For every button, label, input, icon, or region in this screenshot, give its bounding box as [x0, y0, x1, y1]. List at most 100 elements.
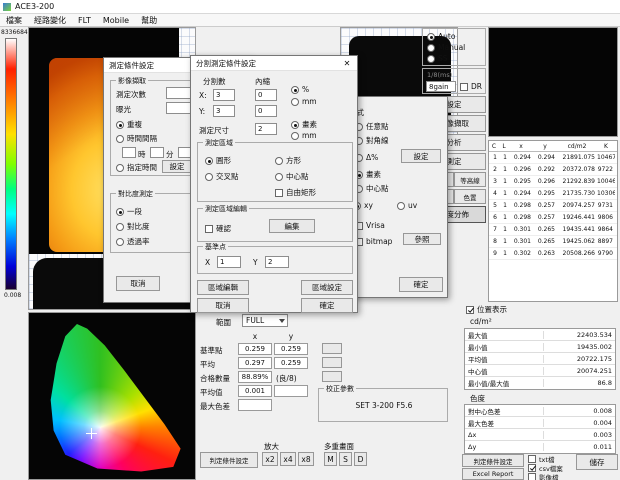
pass-value: 88.89%: [238, 371, 272, 383]
menu-help[interactable]: 幫助: [141, 15, 157, 26]
multi-d-button[interactable]: D: [354, 452, 367, 466]
radio-circle[interactable]: 圓形: [205, 155, 231, 166]
window-title: ACE3-200: [15, 2, 54, 11]
radio-manual[interactable]: Manual: [427, 43, 465, 52]
radio-interval[interactable]: 時間間隔: [116, 133, 157, 144]
size-field[interactable]: 2: [255, 123, 277, 135]
menu-file[interactable]: 檔案: [6, 15, 22, 26]
stat-row: 最大值22403.534: [465, 329, 615, 341]
radio-repeat[interactable]: 重複: [116, 119, 142, 130]
base-y-field[interactable]: 2: [265, 256, 289, 268]
area-set-button[interactable]: 區域設定: [301, 280, 353, 295]
cancel-button[interactable]: 取消: [116, 276, 160, 291]
x-inset-field[interactable]: 0: [255, 89, 277, 101]
table-row[interactable]: 610.2980.25719246.4419806: [489, 212, 617, 224]
radio-transmittance[interactable]: 透過率: [116, 236, 150, 247]
radio-diagonal[interactable]: 對角線: [355, 135, 389, 146]
radio-ss[interactable]: SS: [427, 54, 448, 63]
table-row[interactable]: 510.2980.25720974.2579731: [489, 200, 617, 212]
cie-marker-v: [91, 428, 92, 439]
dialog-titlebar[interactable]: 分割測定條件設定 ✕: [191, 56, 357, 71]
radio-icon: [427, 33, 435, 41]
multi-m-button[interactable]: M: [324, 452, 337, 466]
radio-pixel-unit[interactable]: 畫素: [291, 119, 317, 130]
table-row[interactable]: 310.2950.29621292.83910046: [489, 176, 617, 188]
aux-button-1[interactable]: [322, 343, 342, 354]
hour-field[interactable]: [122, 147, 136, 158]
radio-pixel[interactable]: 畫素: [355, 169, 381, 180]
area-edit-button[interactable]: 區域編輯: [197, 280, 249, 295]
table-row[interactable]: 910.3020.26320508.2669790: [489, 248, 617, 260]
cancel-button[interactable]: 取消: [197, 298, 249, 313]
radio-any-point[interactable]: 任意點: [355, 121, 389, 132]
method-set-button[interactable]: 設定: [401, 149, 441, 163]
zoom-x2-button[interactable]: x2: [262, 452, 278, 466]
radio-mm-unit[interactable]: mm: [291, 131, 317, 140]
table-row[interactable]: 710.3010.26519435.4419864: [489, 224, 617, 236]
confirm-checkbox[interactable]: 確認: [205, 223, 231, 234]
colorbar-max-label: 83366844: [1, 29, 32, 36]
exposure-label: 曝光: [116, 104, 131, 115]
radio-center-point[interactable]: 中心點: [275, 171, 309, 182]
ok-button[interactable]: 確定: [399, 277, 443, 292]
table-row[interactable]: 110.2940.29421891.07510467: [489, 152, 617, 164]
multi-s-button[interactable]: S: [339, 452, 352, 466]
time-set-button[interactable]: 設定: [162, 160, 192, 173]
judge-condition-button[interactable]: 判定條件設定: [462, 454, 524, 467]
menu-flt[interactable]: FLT: [78, 16, 91, 25]
luminance-stats: 最大值22403.534 最小值19435.002 平均值20722.175 中…: [464, 328, 616, 390]
radio-contrast[interactable]: 對比度: [116, 221, 150, 232]
base-x-field[interactable]: 1: [217, 256, 241, 268]
radio-specified-time[interactable]: 指定時間: [116, 162, 157, 173]
position-display-checkbox[interactable]: 位置表示: [466, 304, 507, 315]
y-label: Y:: [199, 107, 205, 116]
zoom-x8-button[interactable]: x8: [298, 452, 314, 466]
radio-square[interactable]: 方形: [275, 155, 301, 166]
image-file-checkbox[interactable]: 影像檔: [528, 472, 559, 480]
menu-mobile[interactable]: Mobile: [103, 16, 129, 25]
chroma-label: 色度: [470, 393, 485, 404]
radio-mm[interactable]: mm: [291, 97, 317, 106]
edit-button[interactable]: 編集: [269, 219, 315, 233]
bitmap-browse-button[interactable]: 參照: [403, 233, 441, 245]
table-row[interactable]: 210.2960.29220372.0789722: [489, 164, 617, 176]
camera-image-view[interactable]: [488, 27, 618, 137]
table-row[interactable]: 810.3010.26519425.0628897: [489, 236, 617, 248]
ok-button[interactable]: 確定: [301, 298, 353, 313]
vrisa-checkbox[interactable]: Vrisa: [355, 221, 385, 230]
y-inset-field[interactable]: 0: [255, 105, 277, 117]
radio-center-point[interactable]: 中心點: [355, 183, 389, 194]
x-division-field[interactable]: 3: [213, 89, 235, 101]
judge-condition-button-2[interactable]: 判定條件設定: [200, 452, 258, 468]
radio-cross-point[interactable]: 交叉點: [205, 171, 239, 182]
aux-button-2[interactable]: [322, 357, 342, 368]
bitmap-checkbox[interactable]: bitmap: [355, 237, 392, 246]
zoom-x4-button[interactable]: x4: [280, 452, 296, 466]
ref-y-value: 0.259: [274, 343, 308, 355]
cie-diagram[interactable]: [28, 312, 196, 480]
checkbox-icon: [528, 473, 536, 480]
minute-field[interactable]: [150, 147, 164, 158]
close-icon[interactable]: ✕: [337, 56, 357, 71]
x-label: X:: [199, 91, 207, 100]
range-select[interactable]: FULL: [242, 314, 288, 327]
radio-delta-percent[interactable]: Δ%: [355, 153, 378, 162]
excel-report-button[interactable]: Excel Report: [462, 468, 524, 480]
radio-percent[interactable]: %: [291, 85, 309, 94]
radio-one-step[interactable]: 一段: [116, 206, 142, 217]
save-button[interactable]: 儲存: [576, 454, 618, 470]
radio-uv[interactable]: uv: [397, 201, 417, 210]
dr-checkbox[interactable]: DR: [460, 82, 482, 91]
free-rect-checkbox[interactable]: 自由矩形: [275, 187, 316, 198]
radio-auto[interactable]: Auto: [427, 32, 455, 41]
gain-field[interactable]: 8gain: [426, 81, 456, 92]
menu-path-change[interactable]: 經路變化: [34, 15, 66, 26]
aux-button-3[interactable]: [322, 371, 342, 382]
color-map-button[interactable]: 色置: [454, 189, 486, 204]
y-division-field[interactable]: 3: [213, 105, 235, 117]
contour-button[interactable]: 等高線: [454, 172, 486, 187]
table-row[interactable]: 410.2940.29521735.73010306: [489, 188, 617, 200]
minute-label: 分: [166, 149, 174, 160]
unit-label: cd/m²: [470, 317, 492, 326]
window-titlebar[interactable]: ACE3-200: [0, 0, 620, 14]
